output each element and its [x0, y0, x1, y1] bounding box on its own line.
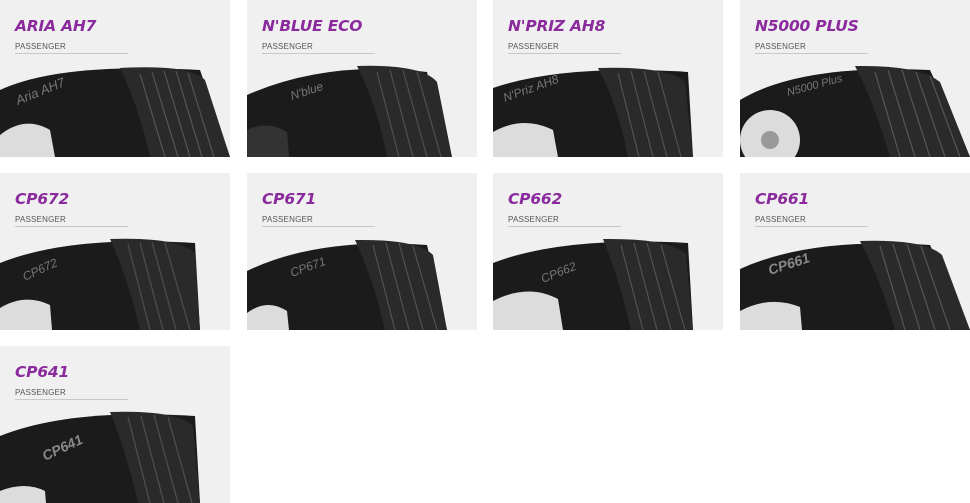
title-divider [15, 226, 128, 227]
product-card-cp672[interactable]: CP672 PASSENGER CP672 [0, 173, 230, 330]
tire-image[interactable]: N'Priz AH8 [493, 60, 723, 157]
product-card-npriz-ah8[interactable]: N'PRIZ AH8 PASSENGER N'Priz AH8 [493, 0, 723, 157]
product-title[interactable]: N5000 PLUS [755, 17, 859, 35]
product-card-n5000-plus[interactable]: N5000 PLUS PASSENGER N5000 Plus [740, 0, 970, 157]
title-divider [508, 53, 621, 54]
product-title[interactable]: CP671 [262, 190, 316, 208]
product-card-cp641[interactable]: CP641 PASSENGER CP641 [0, 346, 230, 503]
product-title[interactable]: CP641 [15, 363, 69, 381]
title-divider [15, 53, 128, 54]
tire-image[interactable]: CP671 [247, 233, 477, 330]
product-title[interactable]: N'BLUE ECO [262, 17, 362, 35]
title-divider [262, 53, 375, 54]
product-card-nblue-eco[interactable]: N'BLUE ECO PASSENGER N'blue [247, 0, 477, 157]
product-title[interactable]: CP672 [15, 190, 69, 208]
tire-image[interactable]: CP672 [0, 233, 230, 330]
tire-image[interactable]: N'blue [247, 60, 477, 157]
title-divider [755, 226, 868, 227]
title-divider [15, 399, 128, 400]
tire-image[interactable]: CP661 [740, 233, 970, 330]
product-category: PASSENGER [15, 215, 66, 224]
product-category: PASSENGER [755, 42, 806, 51]
product-category: PASSENGER [15, 42, 66, 51]
product-category: PASSENGER [508, 215, 559, 224]
product-category: PASSENGER [262, 215, 313, 224]
product-title[interactable]: CP661 [755, 190, 809, 208]
product-card-cp661[interactable]: CP661 PASSENGER CP661 [740, 173, 970, 330]
title-divider [262, 226, 375, 227]
product-category: PASSENGER [508, 42, 559, 51]
title-divider [508, 226, 621, 227]
product-title[interactable]: ARIA AH7 [15, 17, 96, 35]
tire-image[interactable]: CP641 [0, 406, 230, 503]
tire-image[interactable]: CP662 [493, 233, 723, 330]
product-card-aria-ah7[interactable]: ARIA AH7 PASSENGER Aria AH7 [0, 0, 230, 157]
product-title[interactable]: CP662 [508, 190, 562, 208]
product-title[interactable]: N'PRIZ AH8 [508, 17, 605, 35]
tire-image[interactable]: N5000 Plus [740, 60, 970, 157]
product-category: PASSENGER [15, 388, 66, 397]
product-category: PASSENGER [755, 215, 806, 224]
title-divider [755, 53, 868, 54]
product-category: PASSENGER [262, 42, 313, 51]
product-card-cp671[interactable]: CP671 PASSENGER CP671 [247, 173, 477, 330]
tire-image[interactable]: Aria AH7 [0, 60, 230, 157]
product-card-cp662[interactable]: CP662 PASSENGER CP662 [493, 173, 723, 330]
